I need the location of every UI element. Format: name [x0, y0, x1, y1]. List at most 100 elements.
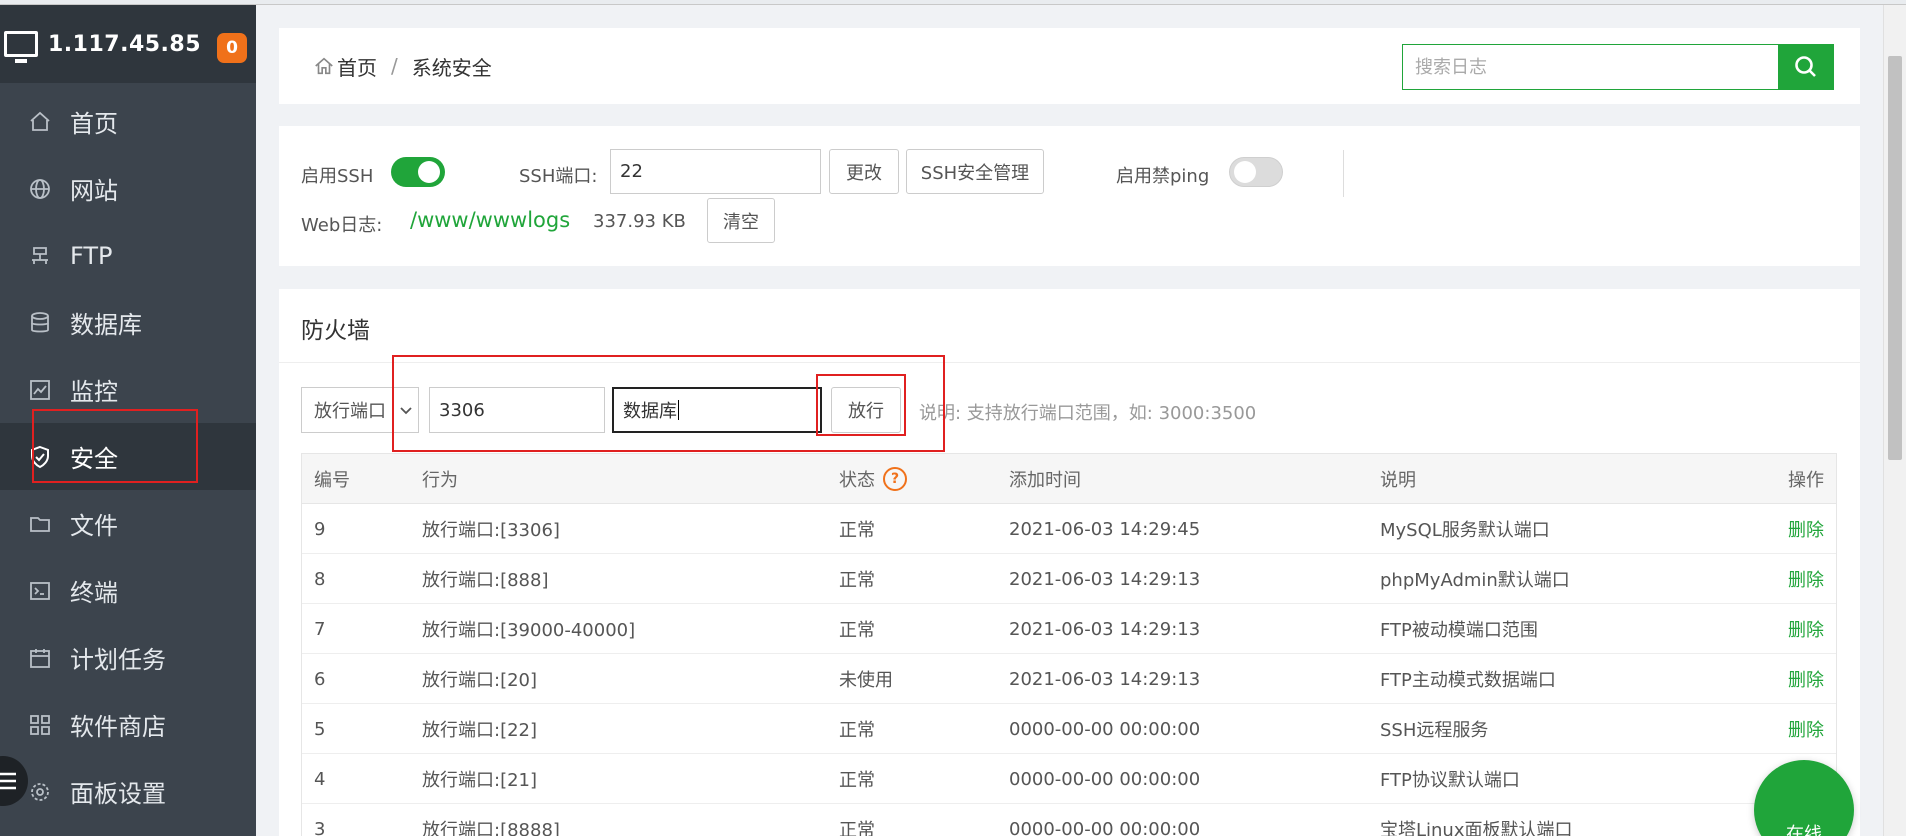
sidebar-item-label: FTP — [70, 241, 113, 270]
sidebar-item-monitor[interactable]: 监控 — [0, 356, 256, 423]
row-time: 0000-00-00 00:00:00 — [1009, 818, 1201, 836]
breadcrumb-separator: / — [391, 54, 398, 78]
row-action: 放行端口:[8888] — [422, 820, 560, 836]
row-time: 2021-06-03 14:29:13 — [1009, 568, 1201, 590]
sidebar-item-label: 安全 — [70, 445, 118, 473]
ssh-toggle[interactable] — [391, 157, 445, 187]
table-row: 3 放行端口:[8888] 正常 0000-00-00 00:00:00 宝塔L… — [302, 804, 1836, 836]
allow-port-button[interactable]: 放行 — [831, 387, 901, 433]
sidebar-item-label: 计划任务 — [70, 646, 166, 674]
shield-icon — [28, 445, 52, 469]
ssh-manage-button[interactable]: SSH安全管理 — [906, 149, 1044, 194]
row-time: 2021-06-03 14:29:13 — [1009, 618, 1201, 640]
ftp-icon — [28, 244, 52, 268]
folder-icon — [28, 512, 52, 536]
sidebar-item-label: 终端 — [70, 579, 118, 607]
sidebar-item-terminal[interactable]: 终端 — [0, 557, 256, 624]
delete-button[interactable]: 删除 — [1788, 504, 1824, 554]
rule-type-select[interactable]: 放行端口 — [301, 387, 419, 433]
table-row: 6 放行端口:[20] 未使用 2021-06-03 14:29:13 FTP主… — [302, 654, 1836, 704]
weblog-label: Web日志: — [301, 215, 383, 236]
clear-log-button[interactable]: 清空 — [707, 198, 775, 243]
text-cursor — [678, 400, 679, 420]
sidebar-item-label: 网站 — [70, 177, 118, 205]
column-header: 说明 — [1380, 470, 1416, 491]
breadcrumb-home[interactable]: 首页 — [337, 52, 377, 81]
notification-badge[interactable]: 0 — [217, 33, 247, 63]
firewall-panel: 防火墙 放行端口 3306 数据库 放行 说明: 支持放行端口范围，如: 300… — [279, 289, 1860, 836]
row-action: 放行端口:[3306] — [422, 520, 560, 541]
row-id: 6 — [314, 668, 326, 690]
row-status: 正常 — [839, 620, 875, 641]
sidebar-item-database[interactable]: 数据库 — [0, 289, 256, 356]
row-status: 未使用 — [839, 670, 893, 691]
row-action: 放行端口:[20] — [422, 670, 538, 691]
ping-label: 启用禁ping — [1116, 166, 1210, 187]
scrollbar-thumb[interactable] — [1888, 56, 1902, 460]
search-icon — [1795, 56, 1816, 77]
globe-icon — [28, 177, 52, 201]
search-button[interactable] — [1778, 44, 1834, 90]
sidebar-item-label: 数据库 — [70, 311, 142, 339]
weblog-path-link[interactable]: /www/wwwlogs — [410, 208, 570, 232]
table-row: 4 放行端口:[21] 正常 0000-00-00 00:00:00 FTP协议… — [302, 754, 1836, 804]
row-id: 9 — [314, 518, 326, 540]
sidebar-item-ftp[interactable]: FTP — [0, 222, 256, 289]
select-value: 放行端口 — [314, 401, 386, 422]
row-status: 正常 — [839, 820, 875, 836]
row-id: 7 — [314, 618, 326, 640]
sidebar-item-label: 监控 — [70, 378, 118, 406]
ssh-port-input[interactable]: 22 — [610, 149, 821, 194]
monitor-icon — [28, 378, 52, 402]
delete-button[interactable]: 删除 — [1788, 654, 1824, 704]
firewall-table: 编号 行为 状态? 添加时间 说明 操作 9 放行端口:[3306] 正常 20… — [301, 453, 1837, 836]
column-header: 编号 — [314, 470, 350, 491]
change-port-button[interactable]: 更改 — [829, 149, 899, 194]
breadcrumb-current: 系统安全 — [411, 55, 492, 80]
row-status: 正常 — [839, 770, 875, 791]
computer-icon — [4, 31, 38, 63]
firewall-title: 防火墙 — [301, 318, 370, 344]
sidebar-item-cron[interactable]: 计划任务 — [0, 624, 256, 691]
sidebar-item-store[interactable]: 软件商店 — [0, 691, 256, 758]
row-action: 放行端口:[39000-40000] — [422, 620, 636, 641]
row-desc: FTP被动模端口范围 — [1380, 620, 1538, 641]
row-id: 8 — [314, 568, 326, 590]
delete-button[interactable]: 删除 — [1788, 704, 1824, 754]
log-search — [1402, 44, 1834, 90]
list-menu-icon — [0, 772, 16, 790]
delete-button[interactable]: 删除 — [1788, 554, 1824, 604]
divider — [1343, 150, 1344, 197]
row-status: 正常 — [839, 520, 875, 541]
row-id: 5 — [314, 718, 326, 740]
chevron-down-icon — [392, 388, 418, 432]
table-row: 8 放行端口:[888] 正常 2021-06-03 14:29:13 phpM… — [302, 554, 1836, 604]
note-value: 数据库 — [623, 401, 677, 422]
note-input[interactable]: 数据库 — [612, 387, 822, 433]
delete-button[interactable]: 删除 — [1788, 604, 1824, 654]
sidebar-item-website[interactable]: 网站 — [0, 155, 256, 222]
sidebar-item-files[interactable]: 文件 — [0, 490, 256, 557]
window-top-edge — [0, 0, 1906, 5]
search-input[interactable] — [1403, 45, 1778, 89]
help-icon[interactable]: ? — [883, 467, 907, 491]
ping-toggle[interactable] — [1229, 157, 1283, 187]
row-desc: FTP主动模式数据端口 — [1380, 670, 1556, 691]
sidebar-item-settings[interactable]: 面板设置 — [0, 758, 256, 825]
port-input[interactable]: 3306 — [429, 387, 605, 433]
table-row: 7 放行端口:[39000-40000] 正常 2021-06-03 14:29… — [302, 604, 1836, 654]
sidebar-item-security[interactable]: 安全 — [0, 423, 256, 490]
divider — [279, 362, 1860, 363]
column-header: 操作 — [1788, 470, 1824, 491]
table-row: 5 放行端口:[22] 正常 0000-00-00 00:00:00 SSH远程… — [302, 704, 1836, 754]
database-icon — [28, 311, 52, 335]
ssh-port-label: SSH端口: — [519, 166, 598, 187]
row-desc: SSH远程服务 — [1380, 720, 1489, 741]
sidebar-item-home[interactable]: 首页 — [0, 88, 256, 155]
row-desc: 宝塔Linux面板默认端口 — [1380, 820, 1573, 836]
row-status: 正常 — [839, 570, 875, 591]
column-header: 行为 — [422, 470, 458, 491]
column-header: 状态 — [839, 470, 875, 491]
row-time: 2021-06-03 14:29:13 — [1009, 668, 1201, 690]
ssh-panel: 启用SSH SSH端口: 22 更改 SSH安全管理 启用禁ping Web日志… — [279, 126, 1860, 266]
